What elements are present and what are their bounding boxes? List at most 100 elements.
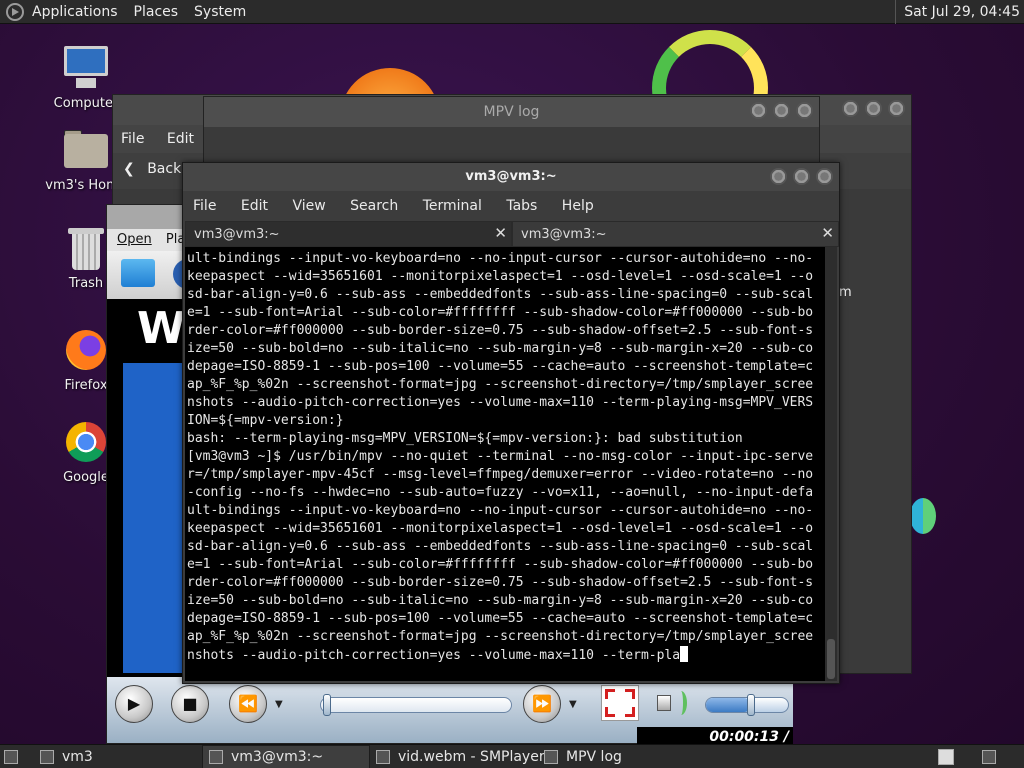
tab-1[interactable]: vm3@vm3:~ ✕ — [185, 221, 512, 247]
system-menu[interactable]: System — [194, 4, 246, 20]
show-desktop-button[interactable] — [4, 745, 26, 768]
rewind-icon: ⏪ — [238, 694, 258, 713]
menu-edit[interactable]: Edit — [167, 131, 194, 147]
firefox-icon — [62, 328, 110, 374]
close-icon[interactable] — [816, 168, 833, 185]
menu-file[interactable]: File — [121, 131, 144, 147]
volume-fill — [706, 698, 752, 712]
terminal-line: depage=ISO-8859-1 --sub-pos=100 --volume… — [187, 611, 814, 626]
menu-open[interactable]: Open — [117, 232, 152, 247]
menu-edit[interactable]: Edit — [241, 198, 268, 214]
seek-handle[interactable] — [323, 694, 331, 716]
maximize-icon[interactable] — [865, 100, 882, 117]
menu-search[interactable]: Search — [350, 198, 398, 214]
volume-handle[interactable] — [747, 694, 756, 716]
menu-tabs[interactable]: Tabs — [506, 198, 537, 214]
player-controls: ▶ ■ ⏪ ▼ ⏩ ▼ 00:00:13 / 00:02:12 — [107, 677, 793, 744]
terminal-line: ize=50 --sub-bold=no --sub-italic=no --s… — [187, 341, 814, 356]
terminal-cursor — [680, 646, 689, 662]
terminal-line: -config --no-fs --hwdec=no --sub-auto=fu… — [187, 485, 814, 500]
places-menu[interactable]: Places — [134, 4, 179, 20]
terminal-line: ult-bindings --input-vo-keyboard=no --no… — [187, 251, 814, 266]
terminal-line: rder-color=#ff000000 --sub-border-size=0… — [187, 323, 814, 338]
bottom-panel: vm3 vm3@vm3:~ vid.webm - SMPlayer MPV lo… — [0, 744, 1024, 768]
tab-label: vm3@vm3:~ — [194, 227, 280, 242]
workspace-switcher[interactable] — [938, 745, 962, 768]
menu-file[interactable]: File — [193, 198, 216, 214]
forward-icon: ⏩ — [532, 694, 552, 713]
volume-icon[interactable] — [655, 687, 691, 719]
computer-icon — [62, 46, 110, 92]
terminal-scrollbar[interactable] — [825, 247, 837, 681]
terminal-line: keepaspect --wid=35651601 --monitorpixel… — [187, 269, 814, 284]
close-tab-icon[interactable]: ✕ — [494, 224, 507, 242]
time-display: 00:00:13 / 00:02:12 — [637, 727, 793, 744]
menu-view[interactable]: View — [292, 198, 325, 214]
back-button[interactable]: Back — [147, 161, 181, 177]
open-folder-icon[interactable] — [121, 259, 155, 287]
chevron-down-icon[interactable]: ▼ — [275, 699, 283, 710]
taskbar-item-mpv-log[interactable]: MPV log — [544, 745, 622, 768]
terminal-titlebar[interactable]: vm3@vm3:~ — [183, 163, 839, 191]
terminal-window[interactable]: vm3@vm3:~ File Edit View Search Terminal… — [182, 162, 840, 684]
rewind-button[interactable]: ⏪ — [229, 685, 267, 723]
terminal-line: ap_%F_%p_%02n --screenshot-format=jpg --… — [187, 377, 814, 392]
terminal-output[interactable]: ult-bindings --input-vo-keyboard=no --no… — [185, 247, 827, 681]
trash-applet[interactable] — [982, 745, 1004, 768]
back-arrow-icon[interactable]: ❮ — [123, 161, 135, 177]
show-desktop-icon — [4, 750, 18, 764]
close-tab-icon[interactable]: ✕ — [821, 224, 834, 242]
stop-icon: ■ — [182, 694, 198, 713]
tab-2[interactable]: vm3@vm3:~ ✕ — [512, 221, 839, 247]
minimize-icon[interactable] — [750, 102, 767, 119]
close-icon[interactable] — [796, 102, 813, 119]
terminal-line: sd-bar-align-y=0.6 --sub-ass --embeddedf… — [187, 539, 814, 554]
desktop-icon-label: Computer — [53, 96, 119, 111]
terminal-line: bash: --term-playing-msg=MPV_VERSION=${=… — [187, 431, 743, 446]
taskbar-label: vid.webm - SMPlayer — [398, 749, 545, 765]
fullscreen-button[interactable] — [601, 685, 639, 721]
chrome-icon — [62, 420, 110, 466]
menu-terminal[interactable]: Terminal — [423, 198, 482, 214]
desktop: Computer vm3's Home Trash Firefox Google… — [0, 24, 1024, 744]
seek-bar[interactable] — [320, 694, 512, 716]
terminal-line: sd-bar-align-y=0.6 --sub-ass --embeddedf… — [187, 287, 814, 302]
terminal-line: [vm3@vm3 ~]$ /usr/bin/mpv --no-quiet --t… — [187, 449, 814, 464]
stop-button[interactable]: ■ — [171, 685, 209, 723]
play-button[interactable]: ▶ — [115, 685, 153, 723]
wallpaper-blue-shape — [910, 498, 936, 534]
scrollbar-thumb[interactable] — [827, 639, 835, 679]
terminal-icon — [209, 750, 223, 764]
volume-slider[interactable] — [705, 694, 789, 716]
terminal-line: ION=${=mpv-version:} — [187, 413, 344, 428]
menu-help[interactable]: Help — [562, 198, 594, 214]
terminal-menubar: File Edit View Search Terminal Tabs Help — [183, 191, 839, 221]
trash-icon — [982, 750, 996, 764]
distro-logo-icon[interactable] — [6, 2, 24, 21]
terminal-line: nshots --audio-pitch-correction=yes --vo… — [187, 646, 827, 664]
clock[interactable]: Sat Jul 29, 04:45 — [895, 0, 1020, 24]
taskbar-label: MPV log — [566, 749, 622, 765]
applications-menu[interactable]: Applications — [32, 4, 118, 20]
play-icon: ▶ — [127, 694, 141, 713]
fullscreen-icon-corner — [605, 707, 615, 717]
terminal-line: depage=ISO-8859-1 --sub-pos=100 --volume… — [187, 359, 814, 374]
forward-button[interactable]: ⏩ — [523, 685, 561, 723]
minimize-icon[interactable] — [842, 100, 859, 117]
tab-label: vm3@vm3:~ — [521, 227, 607, 242]
taskbar-item-vm3[interactable]: vm3 — [40, 745, 93, 768]
maximize-icon[interactable] — [773, 102, 790, 119]
terminal-line: e=1 --sub-font=Arial --sub-color=#ffffff… — [187, 305, 814, 320]
terminal-tabs: vm3@vm3:~ ✕ vm3@vm3:~ ✕ — [185, 221, 839, 247]
terminal-line: r=/tmp/smplayer-mpv-45cf --msg-level=ffm… — [187, 467, 814, 482]
chevron-down-icon[interactable]: ▼ — [569, 699, 577, 710]
close-icon[interactable] — [888, 100, 905, 117]
mpv-log-titlebar[interactable]: MPV log — [204, 97, 819, 127]
video-frame-shape — [123, 363, 187, 673]
maximize-icon[interactable] — [793, 168, 810, 185]
taskbar-item-terminal[interactable]: vm3@vm3:~ — [202, 745, 370, 768]
mpv-icon — [544, 750, 558, 764]
taskbar-item-smplayer[interactable]: vid.webm - SMPlayer — [376, 745, 545, 768]
minimize-icon[interactable] — [770, 168, 787, 185]
taskbar-label: vm3 — [62, 749, 93, 765]
